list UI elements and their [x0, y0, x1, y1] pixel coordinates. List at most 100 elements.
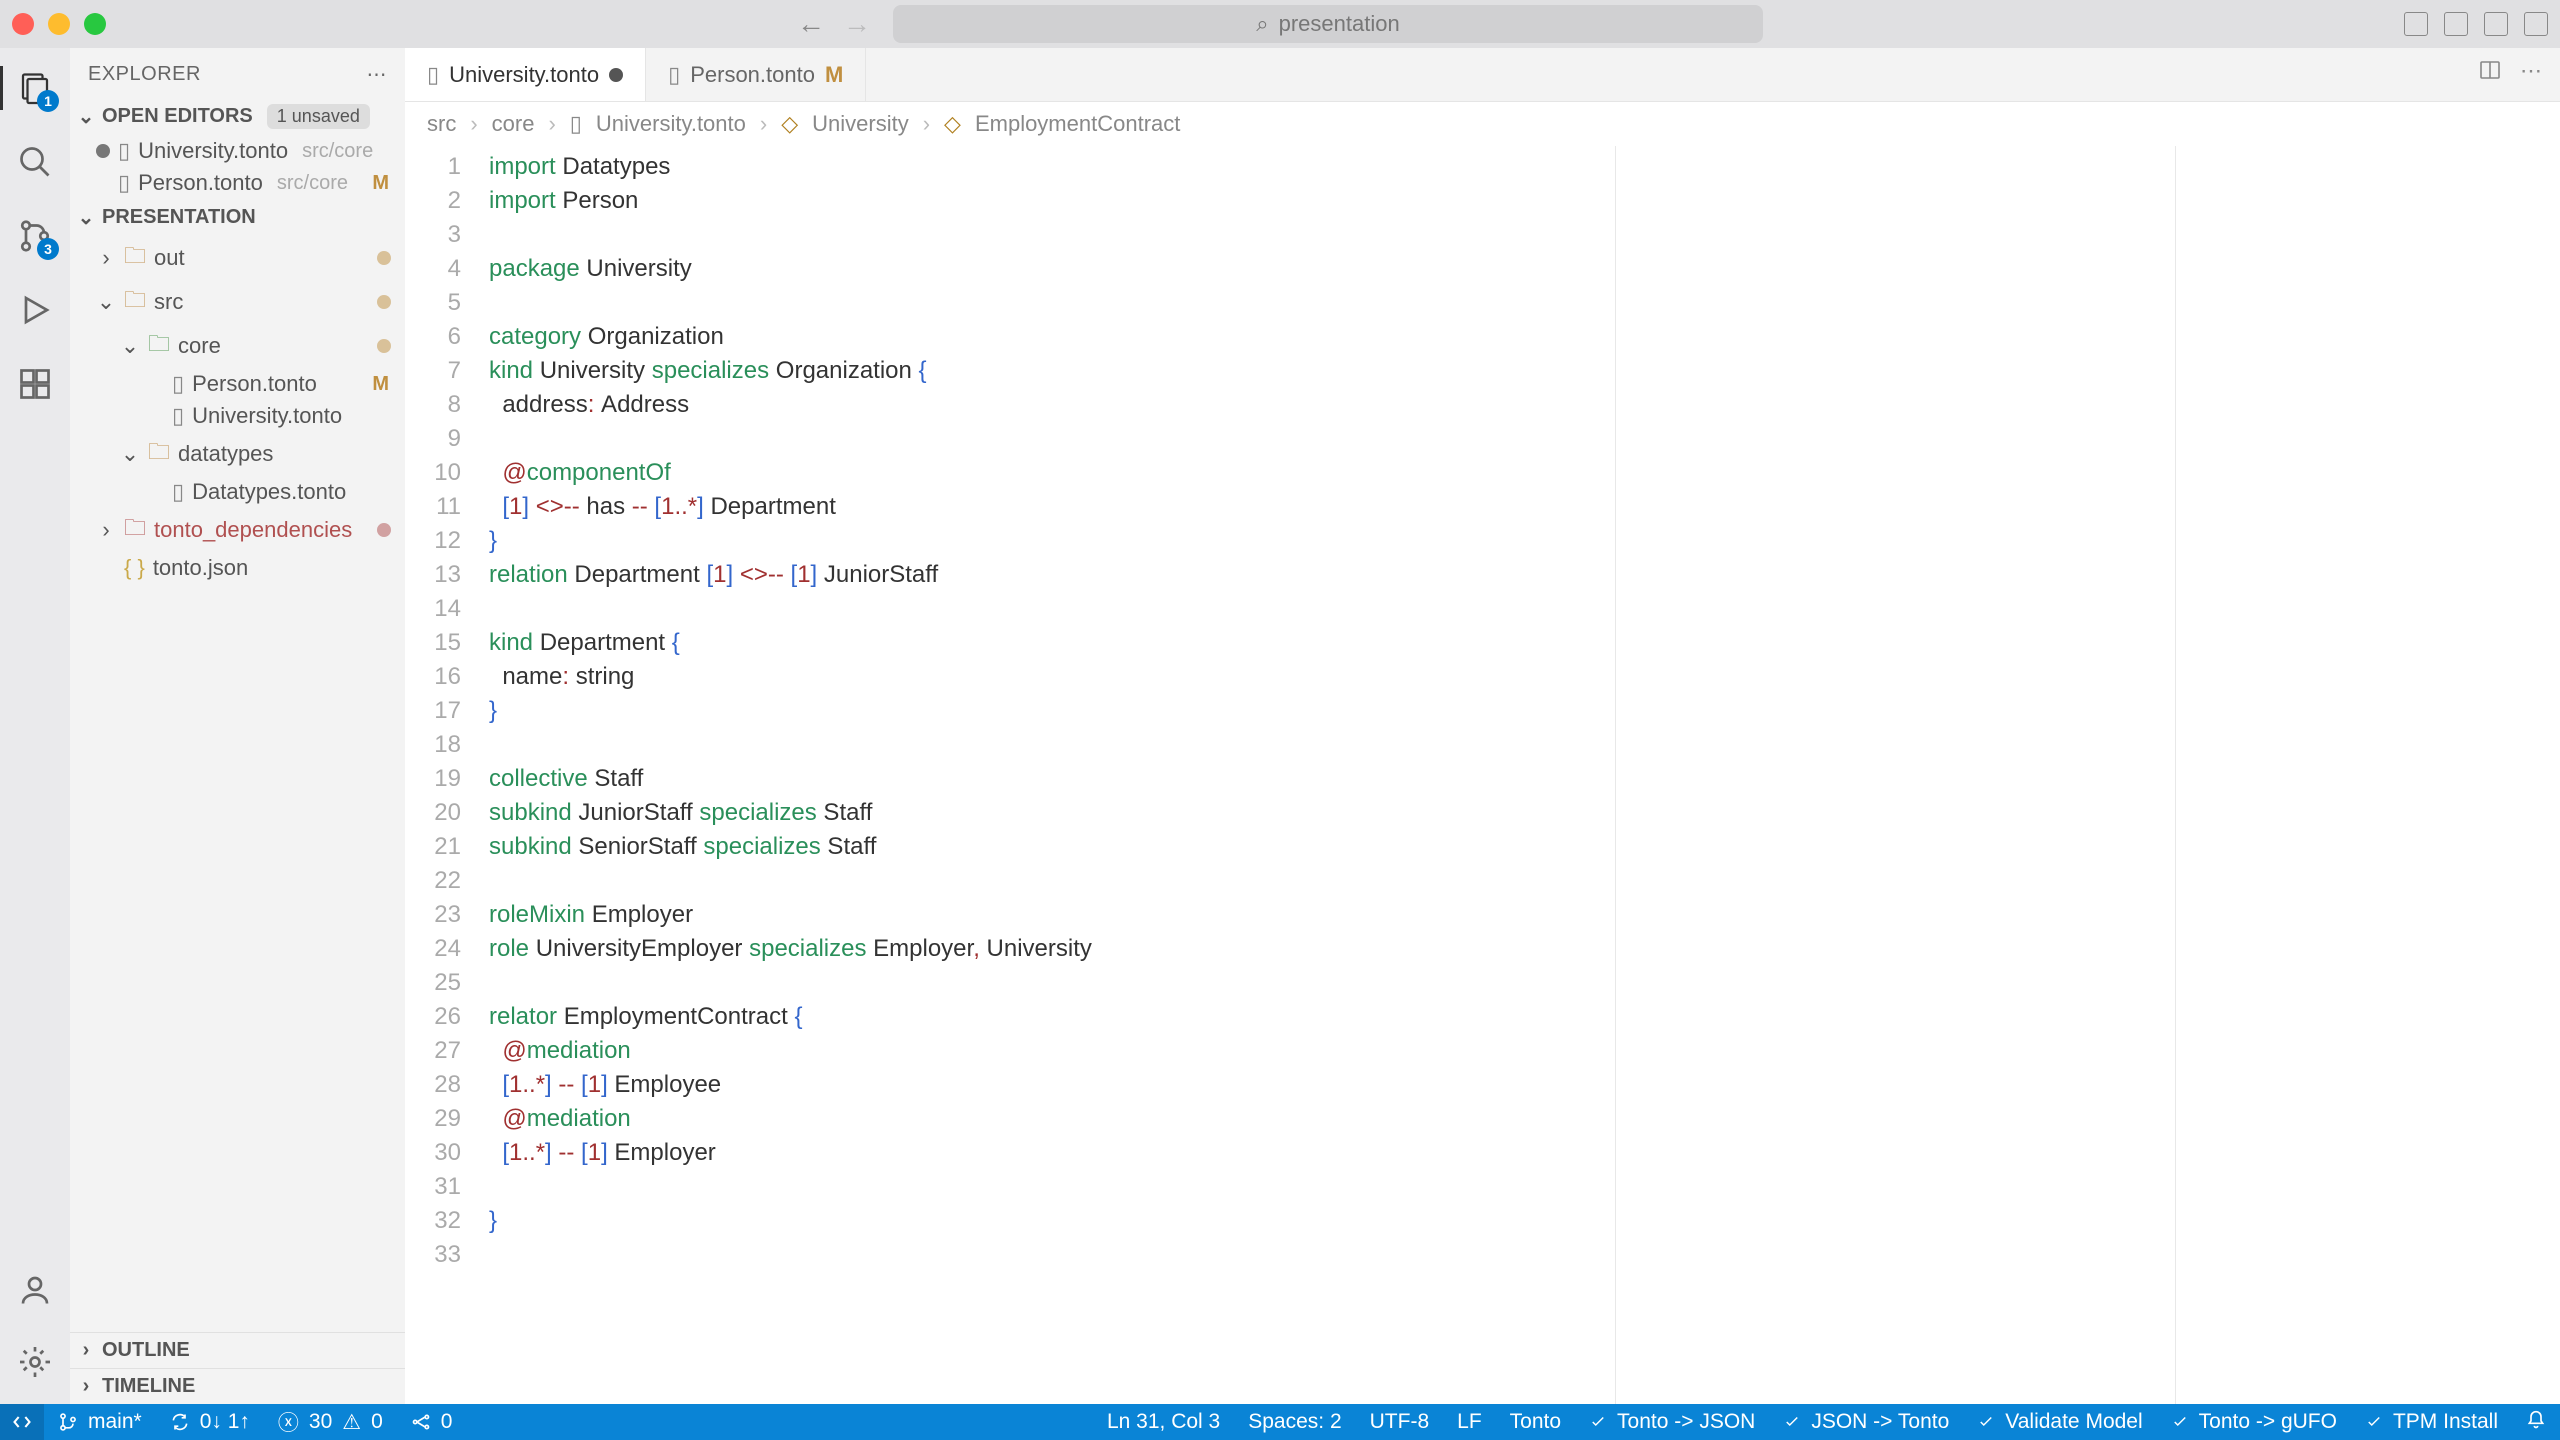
tree-item[interactable]: ▯University.tonto	[70, 400, 405, 432]
code-line[interactable]	[489, 218, 1092, 252]
code-line[interactable]: [1..*] -- [1] Employer	[489, 1136, 1092, 1170]
code-line[interactable]: name: string	[489, 660, 1092, 694]
code-line[interactable]	[489, 864, 1092, 898]
window-traffic-lights	[12, 13, 106, 35]
source-control-icon[interactable]: 3	[13, 214, 57, 258]
file-icon: ▯	[570, 111, 582, 137]
code-line[interactable]	[489, 286, 1092, 320]
explorer-sidebar: EXPLORER ⋯ ⌄ OPEN EDITORS 1 unsaved ▯Uni…	[70, 48, 405, 1404]
file-icon: ▯	[172, 403, 184, 429]
editor-area: ⋯ ▯University.tonto▯Person.tontoM src›co…	[405, 48, 2560, 1404]
nav-forward-icon[interactable]: →	[843, 8, 871, 40]
code-line[interactable]: address: Address	[489, 388, 1092, 422]
breadcrumb-segment[interactable]: University.tonto	[596, 111, 746, 137]
toggle-secondary-sidebar-icon[interactable]	[2484, 12, 2508, 36]
notifications-icon[interactable]	[2512, 1410, 2560, 1430]
code-line[interactable]	[489, 728, 1092, 762]
status-action[interactable]: Validate Model	[1963, 1410, 2156, 1434]
encoding-status[interactable]: UTF-8	[1356, 1410, 1444, 1434]
editor-tab[interactable]: ▯Person.tontoM	[646, 48, 866, 101]
file-icon: ▯	[668, 62, 680, 88]
code-editor[interactable]: 1234567891011121314151617181920212223242…	[405, 146, 2560, 1404]
code-line[interactable]: }	[489, 524, 1092, 558]
accounts-icon[interactable]	[13, 1268, 57, 1312]
split-editor-icon[interactable]	[2478, 58, 2502, 84]
toggle-panel-icon[interactable]	[2444, 12, 2468, 36]
code-line[interactable]: kind University specializes Organization…	[489, 354, 1092, 388]
ports-status[interactable]: 0	[397, 1404, 467, 1440]
command-center-search[interactable]: ⌕ presentation	[893, 5, 1763, 43]
search-activity-icon[interactable]	[13, 140, 57, 184]
tree-item[interactable]: ›🗀out	[70, 236, 405, 280]
open-editor-item[interactable]: ▯Person.tontosrc/coreM	[70, 167, 405, 199]
code-line[interactable]: import Datatypes	[489, 150, 1092, 184]
open-editor-item[interactable]: ▯University.tontosrc/core	[70, 135, 405, 167]
code-line[interactable]: roleMixin Employer	[489, 898, 1092, 932]
code-line[interactable]: kind Department {	[489, 626, 1092, 660]
code-line[interactable]: }	[489, 1204, 1092, 1238]
code-line[interactable]: import Person	[489, 184, 1092, 218]
toggle-primary-sidebar-icon[interactable]	[2404, 12, 2428, 36]
extensions-icon[interactable]	[13, 362, 57, 406]
breadcrumb[interactable]: src›core›▯University.tonto›◇University›◇…	[405, 102, 2560, 146]
breadcrumb-segment[interactable]: EmploymentContract	[975, 111, 1180, 137]
nav-back-icon[interactable]: ←	[797, 8, 825, 40]
code-line[interactable]: @mediation	[489, 1034, 1092, 1068]
open-editors-header[interactable]: ⌄ OPEN EDITORS 1 unsaved	[70, 100, 405, 133]
project-header[interactable]: ⌄ PRESENTATION	[70, 201, 405, 234]
code-line[interactable]	[489, 1170, 1092, 1204]
git-sync-status[interactable]: 0↓ 1↑	[156, 1404, 264, 1440]
tree-item[interactable]: { }tonto.json	[70, 552, 405, 584]
explorer-icon[interactable]: 1	[13, 66, 57, 110]
language-mode[interactable]: Tonto	[1496, 1410, 1575, 1434]
tree-item[interactable]: ›🗀tonto_dependencies	[70, 508, 405, 552]
close-window-button[interactable]	[12, 13, 34, 35]
code-line[interactable]: [1..*] -- [1] Employee	[489, 1068, 1092, 1102]
breadcrumb-segment[interactable]: core	[492, 111, 535, 137]
code-line[interactable]: relator EmploymentContract {	[489, 1000, 1092, 1034]
customize-layout-icon[interactable]	[2524, 12, 2548, 36]
editor-more-icon[interactable]: ⋯	[2520, 58, 2542, 84]
cursor-position[interactable]: Ln 31, Col 3	[1093, 1410, 1234, 1434]
outline-header[interactable]: ›OUTLINE	[70, 1332, 405, 1368]
minimize-window-button[interactable]	[48, 13, 70, 35]
status-action[interactable]: Tonto -> JSON	[1575, 1410, 1769, 1434]
tree-item[interactable]: ▯Person.tontoM	[70, 368, 405, 400]
settings-gear-icon[interactable]	[13, 1340, 57, 1384]
tree-item[interactable]: ▯Datatypes.tonto	[70, 476, 405, 508]
code-line[interactable]: relation Department [1] <>-- [1] JuniorS…	[489, 558, 1092, 592]
breadcrumb-segment[interactable]: University	[812, 111, 909, 137]
code-line[interactable]: @componentOf	[489, 456, 1092, 490]
search-icon: ⌕	[1256, 11, 1268, 37]
code-line[interactable]: package University	[489, 252, 1092, 286]
code-line[interactable]: category Organization	[489, 320, 1092, 354]
code-line[interactable]: }	[489, 694, 1092, 728]
tree-item[interactable]: ⌄🗀core	[70, 324, 405, 368]
code-line[interactable]: collective Staff	[489, 762, 1092, 796]
tree-item[interactable]: ⌄🗀src	[70, 280, 405, 324]
code-line[interactable]: subkind SeniorStaff specializes Staff	[489, 830, 1092, 864]
eol-status[interactable]: LF	[1443, 1410, 1496, 1434]
sidebar-more-icon[interactable]: ⋯	[367, 62, 388, 87]
code-line[interactable]	[489, 592, 1092, 626]
code-line[interactable]	[489, 422, 1092, 456]
run-debug-icon[interactable]	[13, 288, 57, 332]
remote-indicator[interactable]	[0, 1404, 44, 1440]
code-line[interactable]: subkind JuniorStaff specializes Staff	[489, 796, 1092, 830]
problems-status[interactable]: ⓧ30 ⚠0	[264, 1404, 397, 1440]
indentation-status[interactable]: Spaces: 2	[1234, 1410, 1355, 1434]
status-action[interactable]: Tonto -> gUFO	[2157, 1410, 2351, 1434]
timeline-header[interactable]: ›TIMELINE	[70, 1368, 405, 1404]
git-branch-status[interactable]: main*	[44, 1404, 156, 1440]
maximize-window-button[interactable]	[84, 13, 106, 35]
tree-item[interactable]: ⌄🗀datatypes	[70, 432, 405, 476]
status-action[interactable]: TPM Install	[2351, 1410, 2512, 1434]
code-line[interactable]	[489, 1238, 1092, 1272]
breadcrumb-segment[interactable]: src	[427, 111, 456, 137]
editor-tab[interactable]: ▯University.tonto	[405, 48, 646, 101]
code-line[interactable]: [1] <>-- has -- [1..*] Department	[489, 490, 1092, 524]
code-line[interactable]: @mediation	[489, 1102, 1092, 1136]
code-line[interactable]	[489, 966, 1092, 1000]
status-action[interactable]: JSON -> Tonto	[1769, 1410, 1963, 1434]
code-line[interactable]: role UniversityEmployer specializes Empl…	[489, 932, 1092, 966]
